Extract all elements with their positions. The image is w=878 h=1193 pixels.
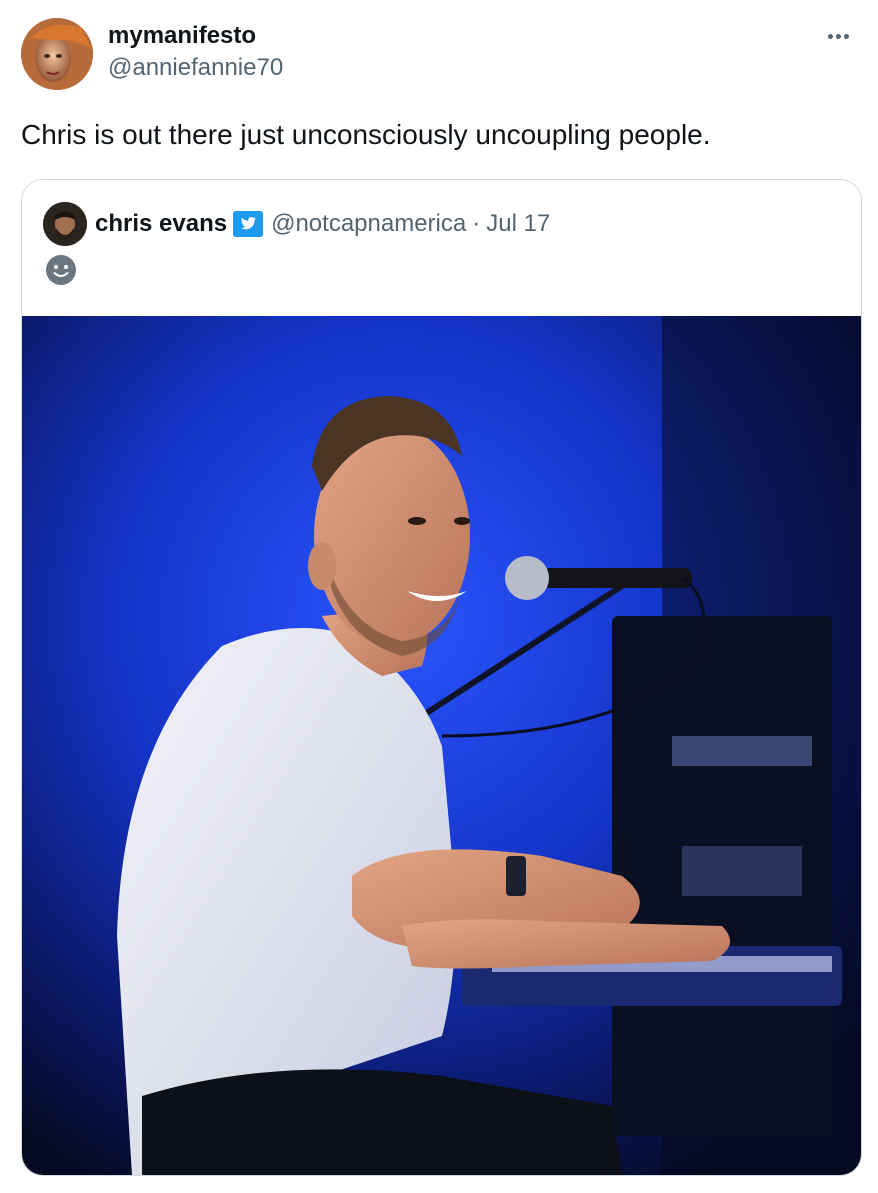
avatar-icon <box>21 18 93 90</box>
quoted-author-handle[interactable]: @notcapnamerica <box>271 210 466 238</box>
quoted-author-display-name[interactable]: chris evans <box>95 210 227 238</box>
quoted-tweet-date[interactable]: Jul 17 <box>486 210 550 238</box>
quoted-tweet-photo[interactable] <box>22 316 861 1175</box>
quoted-avatar-icon <box>43 202 87 246</box>
more-dot <box>827 33 833 39</box>
tweet-text: Chris is out there just unconsciously un… <box>21 119 711 150</box>
photo-icon <box>22 316 861 1175</box>
slightly-smiling-face-icon <box>45 254 77 286</box>
author-info: mymanifesto @anniefannie70 <box>108 20 283 84</box>
author-avatar[interactable] <box>21 18 93 90</box>
author-handle[interactable]: @anniefannie70 <box>108 52 283 84</box>
separator-dot: · <box>472 210 481 237</box>
quoted-tweet[interactable]: chris evans @notcapnamerica · Jul 17 <box>21 179 862 1176</box>
more-dot <box>843 33 849 39</box>
quoted-tweet-header: chris evans @notcapnamerica · Jul 17 <box>43 202 550 246</box>
quoted-author-avatar <box>43 202 87 246</box>
more-dot <box>835 33 841 39</box>
author-display-name[interactable]: mymanifesto <box>108 20 283 52</box>
twitter-bird-icon <box>233 211 264 237</box>
more-options-button[interactable] <box>818 24 858 48</box>
tweet[interactable]: mymanifesto @anniefannie70 Chris is out … <box>0 0 878 1193</box>
